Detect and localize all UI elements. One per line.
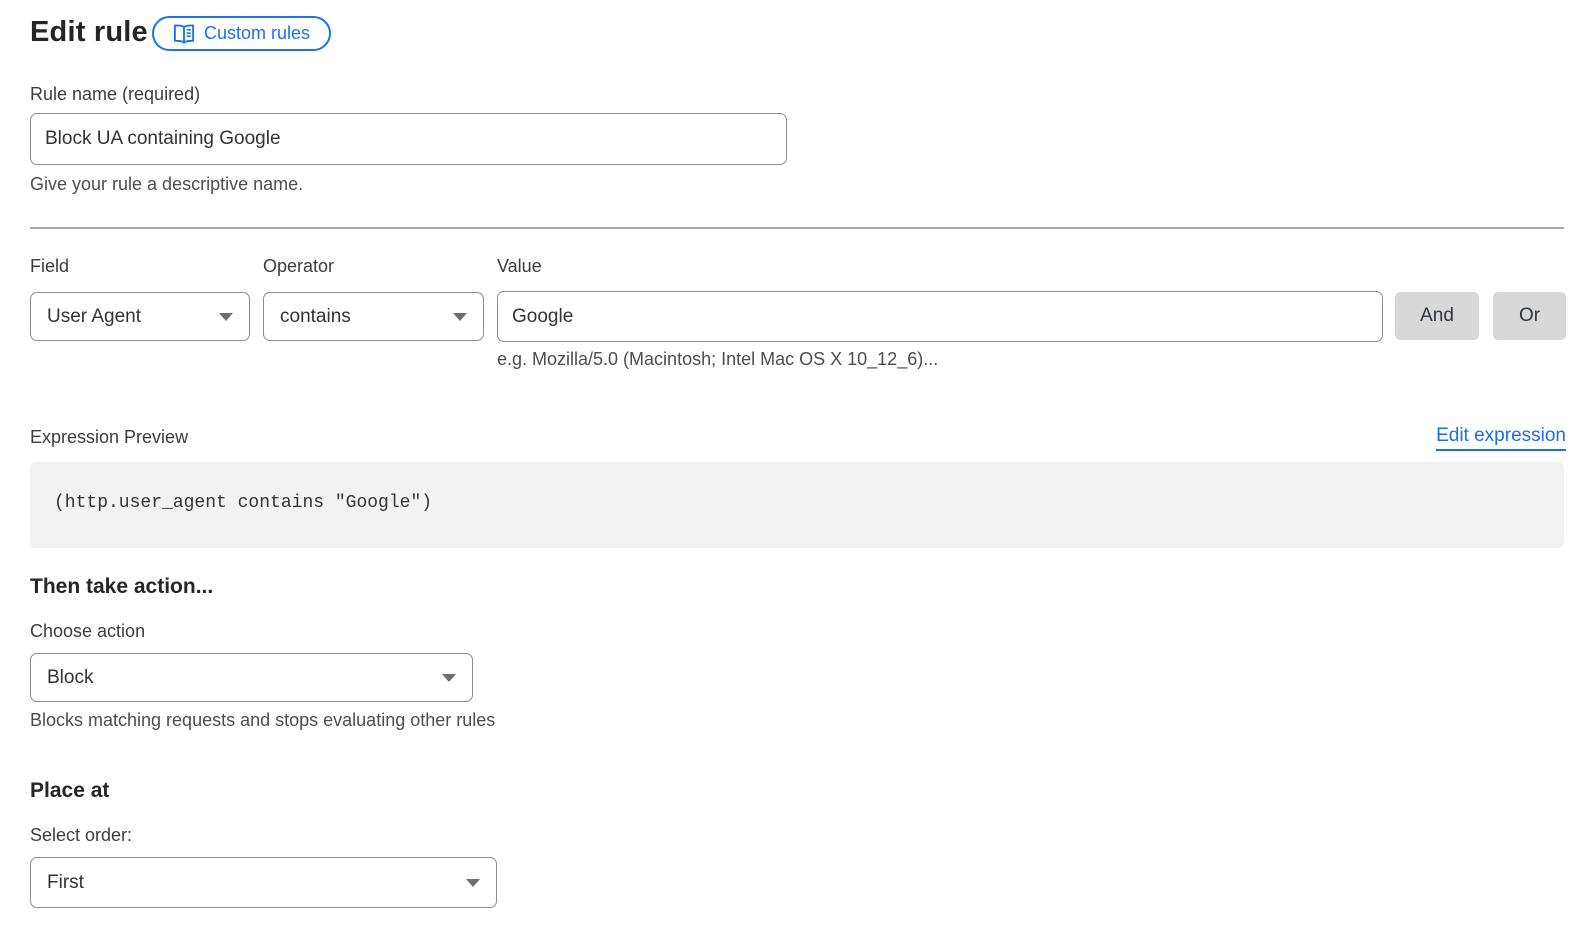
expression-code-block: (http.user_agent contains "Google") <box>30 462 1564 548</box>
operator-select[interactable]: contains <box>263 292 484 341</box>
action-select-value: Block <box>47 667 93 689</box>
choose-action-label: Choose action <box>30 621 145 642</box>
order-select[interactable]: First <box>30 857 497 908</box>
and-button[interactable]: And <box>1395 292 1479 340</box>
chevron-down-icon <box>466 879 480 887</box>
chevron-down-icon <box>442 674 456 682</box>
open-book-icon <box>173 24 195 44</box>
edit-expression-link[interactable]: Edit expression <box>1436 425 1566 451</box>
field-select[interactable]: User Agent <box>30 292 250 341</box>
or-button[interactable]: Or <box>1493 292 1566 340</box>
action-heading: Then take action... <box>30 575 213 599</box>
place-at-heading: Place at <box>30 779 109 803</box>
operator-select-value: contains <box>280 306 351 328</box>
rule-name-help: Give your rule a descriptive name. <box>30 174 303 195</box>
expression-preview-label: Expression Preview <box>30 427 188 448</box>
rule-name-input[interactable] <box>30 113 787 165</box>
custom-rules-docs-button[interactable]: Custom rules <box>152 16 331 51</box>
expression-code: (http.user_agent contains "Google") <box>54 493 432 513</box>
value-label: Value <box>497 256 542 277</box>
order-select-value: First <box>47 872 84 894</box>
value-help: e.g. Mozilla/5.0 (Macintosh; Intel Mac O… <box>497 349 938 370</box>
rule-name-label: Rule name (required) <box>30 84 200 105</box>
operator-label: Operator <box>263 256 334 277</box>
edit-rule-page: Edit rule Custom rules Rule name (requir… <box>0 0 1587 952</box>
action-select[interactable]: Block <box>30 653 473 702</box>
chevron-down-icon <box>219 313 233 321</box>
field-label: Field <box>30 256 69 277</box>
chevron-down-icon <box>453 313 467 321</box>
page-title: Edit rule <box>30 16 148 49</box>
field-select-value: User Agent <box>47 306 141 328</box>
custom-rules-label: Custom rules <box>204 23 310 44</box>
select-order-label: Select order: <box>30 825 132 846</box>
action-help: Blocks matching requests and stops evalu… <box>30 710 495 731</box>
section-divider <box>30 227 1564 229</box>
value-input[interactable] <box>497 291 1383 342</box>
